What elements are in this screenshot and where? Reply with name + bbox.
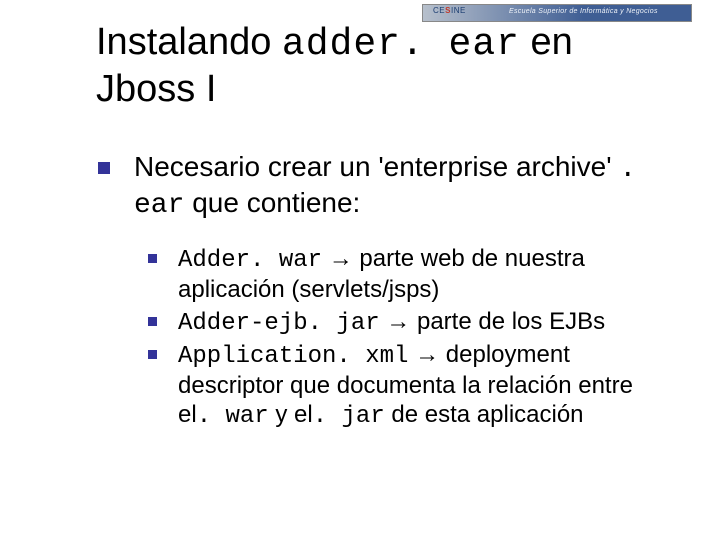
square-bullet-icon [148,254,157,263]
item-text-post: de esta aplicación [385,401,584,428]
bullet-level1: Necesario crear un 'enterprise archive' … [92,150,662,222]
item-mid: y el [269,401,313,428]
item-code: Adder-ejb. jar [178,310,380,337]
slide: CESINE Escuela Superior de Informática y… [0,0,720,540]
main-pre: Necesario crear un 'enterprise archive' [134,151,619,182]
list-item: Application. xml → deployment descriptor… [144,340,662,432]
square-bullet-icon [148,317,157,326]
item-text: parte de los EJBs [417,308,605,335]
title-code: adder. ear [282,23,520,66]
item-code: Adder. war [178,247,322,274]
main-post: que contiene: [184,187,360,218]
arrow-icon: → [380,308,417,335]
square-bullet-icon [98,162,110,174]
list-item: Adder. war → parte web de nuestra aplica… [144,244,662,305]
slide-title: Instalando adder. ear en Jboss I [96,20,656,111]
logo: CESINE [433,6,466,15]
slide-body: Necesario crear un 'enterprise archive' … [92,150,662,434]
item-code: Application. xml [178,343,408,370]
arrow-icon: → [322,245,359,272]
arrow-icon: → [408,341,445,368]
square-bullet-icon [148,350,157,359]
sub-list: Adder. war → parte web de nuestra aplica… [144,244,662,432]
logo-left: CE [433,6,445,15]
logo-right: INE [451,6,466,15]
item-code2: . war [197,403,269,430]
title-pre: Instalando [96,21,282,63]
banner-tagline: Escuela Superior de Informática y Negoci… [509,8,658,15]
list-item: Adder-ejb. jar → parte de los EJBs [144,307,662,338]
item-code3: . jar [313,403,385,430]
